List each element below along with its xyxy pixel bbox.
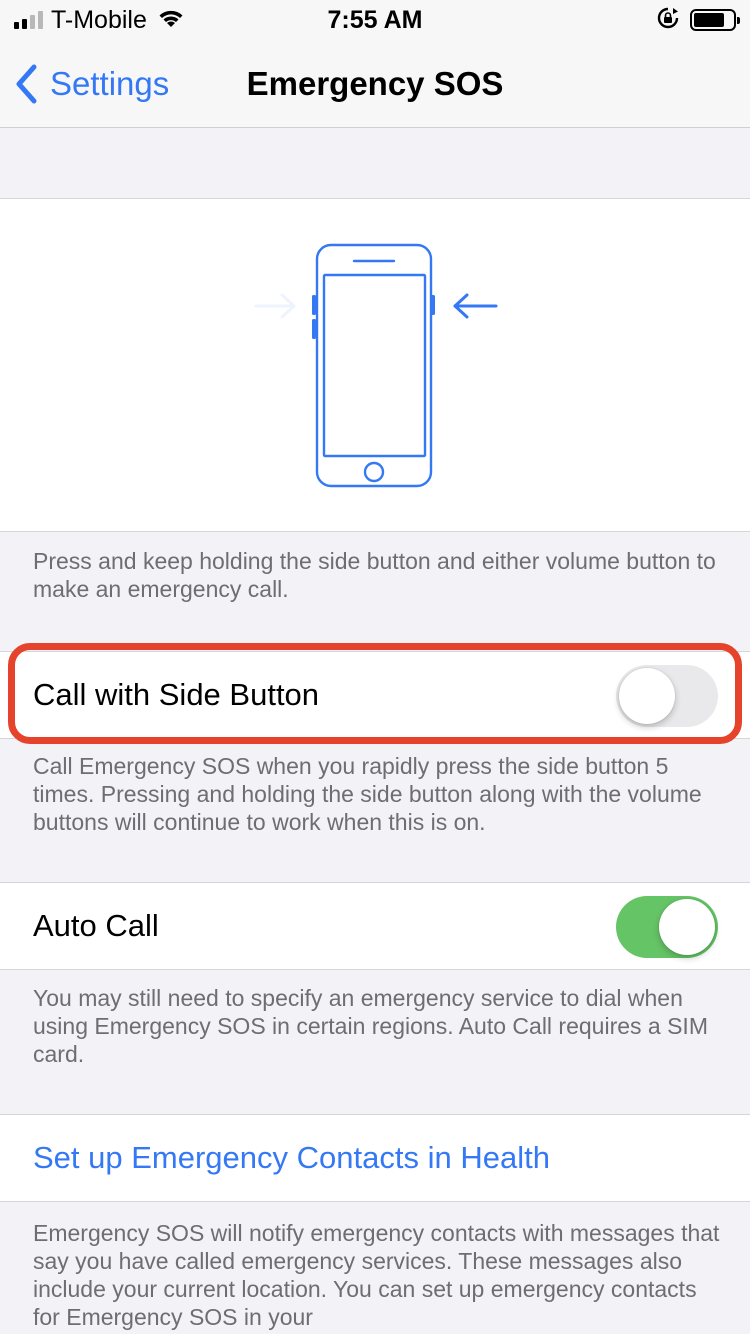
status-bar: T-Mobile 7:55 AM [0, 0, 750, 40]
faded-arrow-icon [254, 293, 296, 319]
page-title: Emergency SOS [246, 65, 504, 102]
auto-call-toggle[interactable] [616, 896, 718, 958]
auto-call-footer: You may still need to specify an emergen… [33, 985, 708, 1067]
iphone-side-button-press-illustration [254, 243, 498, 488]
emergency-contacts-footer: Emergency SOS will notify emergency cont… [33, 1220, 720, 1330]
setup-emergency-contacts-link[interactable]: Set up Emergency Contacts in Health [33, 1115, 550, 1201]
iphone-icon [315, 243, 433, 488]
toggle-knob [659, 899, 715, 955]
status-bar-right [656, 4, 740, 36]
battery-icon [690, 9, 740, 31]
call-with-side-button-row: Call with Side Button [0, 651, 750, 739]
status-time: 7:55 AM [327, 6, 423, 34]
navigation-bar: Settings Emergency SOS [0, 40, 750, 128]
arrow-left-icon [453, 293, 498, 319]
intro-footer-text: Press and keep holding the side button a… [33, 548, 716, 602]
toggle-knob [619, 668, 675, 724]
orientation-lock-icon [656, 6, 680, 35]
side-button-illustration-panel [0, 198, 750, 532]
auto-call-label: Auto Call [33, 908, 159, 943]
emergency-sos-screen: T-Mobile 7:55 AM Settings Emergency SOS … [0, 0, 750, 1334]
emergency-contacts-row[interactable]: Set up Emergency Contacts in Health [0, 1114, 750, 1202]
auto-call-row: Auto Call [0, 882, 750, 970]
call-with-side-button-footer: Call Emergency SOS when you rapidly pres… [33, 753, 702, 835]
call-with-side-button-label: Call with Side Button [33, 677, 320, 712]
call-with-side-button-toggle[interactable] [616, 665, 718, 727]
